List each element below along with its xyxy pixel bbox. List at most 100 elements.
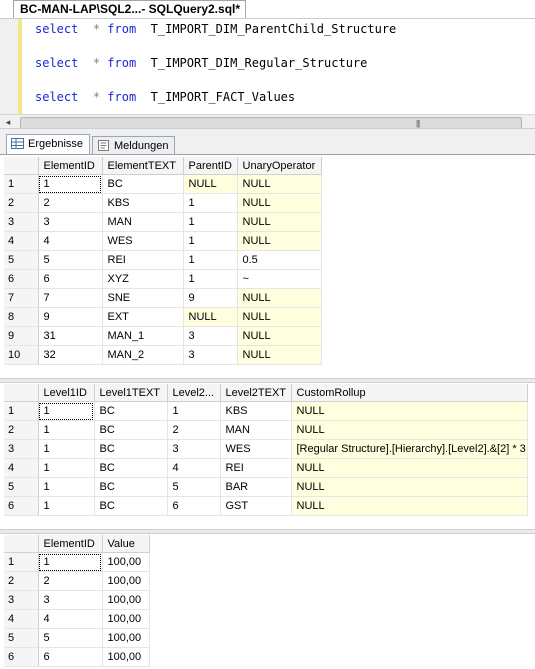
column-header[interactable]: ParentID: [183, 157, 238, 175]
table-cell[interactable]: SNE: [102, 288, 184, 308]
row-number[interactable]: 2: [4, 420, 39, 440]
table-row[interactable]: 3 1 BC 3 WES [Regular Structure].[Hierarchy].…: [4, 439, 528, 459]
row-number[interactable]: 10: [4, 345, 39, 365]
table-cell[interactable]: 1: [183, 193, 238, 213]
row-number[interactable]: 6: [4, 269, 39, 289]
table-row[interactable]: 5 1 BC 5 BAR NULL: [4, 477, 528, 497]
table-cell[interactable]: NULL: [237, 231, 322, 251]
table-row[interactable]: 2 2 KBS 1 NULL: [4, 193, 322, 213]
query-editor[interactable]: select * from T_IMPORT_DIM_ParentChild_S…: [0, 18, 535, 130]
table-row[interactable]: 6 6 XYZ 1 ~: [4, 269, 322, 289]
grid-splitter[interactable]: [0, 378, 535, 383]
table-row[interactable]: 7 7 SNE 9 NULL: [4, 288, 322, 308]
table-cell[interactable]: 100,00: [102, 609, 150, 629]
table-cell[interactable]: 5: [38, 250, 103, 270]
table-row[interactable]: 6 6 100,00: [4, 647, 150, 667]
document-tab[interactable]: BC-MAN-LAP\SQL2...- SQLQuery2.sql*: [13, 0, 247, 18]
result-grid-2[interactable]: Level1ID Level1TEXT Level2... Level2TEXT…: [4, 384, 528, 516]
table-cell[interactable]: 0.5: [237, 250, 322, 270]
table-cell[interactable]: WES: [102, 231, 184, 251]
row-number[interactable]: 2: [4, 571, 39, 591]
table-cell[interactable]: NULL: [291, 477, 528, 497]
table-cell[interactable]: KBS: [102, 193, 184, 213]
table-cell[interactable]: 9: [183, 288, 238, 308]
column-header[interactable]: CustomRollup: [291, 384, 528, 402]
table-row[interactable]: 1 1 BC 1 KBS NULL: [4, 401, 528, 421]
column-header[interactable]: ElementID: [38, 535, 103, 553]
table-cell[interactable]: NULL: [183, 174, 238, 194]
row-number[interactable]: 4: [4, 609, 39, 629]
table-cell[interactable]: 32: [38, 345, 103, 365]
column-header[interactable]: Level1TEXT: [94, 384, 168, 402]
table-cell[interactable]: MAN_1: [102, 326, 184, 346]
column-header[interactable]: Value: [102, 535, 150, 553]
table-cell[interactable]: NULL: [237, 345, 322, 365]
table-cell[interactable]: EXT: [102, 307, 184, 327]
row-number[interactable]: 6: [4, 496, 39, 516]
table-cell[interactable]: 3: [183, 345, 238, 365]
column-header[interactable]: UnaryOperator: [237, 157, 322, 175]
code-line[interactable]: select * from T_IMPORT_DIM_Regular_Struc…: [35, 55, 367, 71]
table-cell[interactable]: 1: [38, 420, 95, 440]
table-cell[interactable]: 1: [38, 439, 95, 459]
table-cell[interactable]: 100,00: [102, 628, 150, 648]
table-cell[interactable]: 100,00: [102, 590, 150, 610]
table-cell[interactable]: 1: [167, 401, 221, 421]
table-row[interactable]: 2 1 BC 2 MAN NULL: [4, 420, 528, 440]
table-cell[interactable]: MAN_2: [102, 345, 184, 365]
table-cell[interactable]: 1: [183, 231, 238, 251]
table-cell[interactable]: REI: [220, 458, 292, 478]
table-cell[interactable]: 4: [167, 458, 221, 478]
table-row[interactable]: 4 4 100,00: [4, 609, 150, 629]
table-cell[interactable]: 31: [38, 326, 103, 346]
table-cell[interactable]: 1: [38, 496, 95, 516]
row-number[interactable]: 8: [4, 307, 39, 327]
column-header[interactable]: Level2...: [167, 384, 221, 402]
table-cell[interactable]: BAR: [220, 477, 292, 497]
code-line[interactable]: select * from T_IMPORT_DIM_ParentChild_S…: [35, 21, 396, 37]
table-cell[interactable]: BC: [94, 401, 168, 421]
table-cell[interactable]: 3: [38, 212, 103, 232]
table-row[interactable]: 9 31 MAN_1 3 NULL: [4, 326, 322, 346]
table-cell[interactable]: BC: [94, 458, 168, 478]
table-row[interactable]: 10 32 MAN_2 3 NULL: [4, 345, 322, 365]
table-row[interactable]: 8 9 EXT NULL NULL: [4, 307, 322, 327]
code-line[interactable]: select * from T_IMPORT_FACT_Values: [35, 89, 295, 105]
table-cell[interactable]: 1: [38, 477, 95, 497]
column-header[interactable]: Level2TEXT: [220, 384, 292, 402]
code-area[interactable]: select * from T_IMPORT_DIM_ParentChild_S…: [35, 19, 396, 104]
table-row[interactable]: 1 1 100,00: [4, 552, 150, 572]
table-cell[interactable]: 5: [38, 628, 103, 648]
row-number[interactable]: 4: [4, 458, 39, 478]
table-cell[interactable]: 4: [38, 609, 103, 629]
table-cell[interactable]: NULL: [291, 458, 528, 478]
table-cell[interactable]: 6: [38, 647, 103, 667]
row-number[interactable]: 4: [4, 231, 39, 251]
row-number[interactable]: 9: [4, 326, 39, 346]
table-cell[interactable]: NULL: [237, 193, 322, 213]
table-cell[interactable]: XYZ: [102, 269, 184, 289]
grid-splitter[interactable]: [0, 529, 535, 534]
table-cell[interactable]: BC: [94, 439, 168, 459]
tab-results[interactable]: Ergebnisse: [6, 134, 91, 156]
table-cell[interactable]: 1: [38, 458, 95, 478]
table-row[interactable]: 6 1 BC 6 GST NULL: [4, 496, 528, 516]
scroll-left-arrow-icon[interactable]: ◂: [2, 116, 14, 128]
table-cell[interactable]: NULL: [237, 212, 322, 232]
table-cell[interactable]: 1: [183, 269, 238, 289]
tab-messages[interactable]: Meldungen: [92, 136, 176, 155]
table-cell[interactable]: 2: [167, 420, 221, 440]
table-cell[interactable]: NULL: [237, 288, 322, 308]
table-cell[interactable]: NULL: [291, 496, 528, 516]
table-cell[interactable]: NULL: [237, 174, 322, 194]
row-number[interactable]: 3: [4, 212, 39, 232]
table-cell[interactable]: NULL: [237, 307, 322, 327]
table-row[interactable]: 3 3 MAN 1 NULL: [4, 212, 322, 232]
table-cell[interactable]: GST: [220, 496, 292, 516]
table-row[interactable]: 3 3 100,00: [4, 590, 150, 610]
table-cell[interactable]: 1: [183, 250, 238, 270]
table-row[interactable]: 5 5 100,00: [4, 628, 150, 648]
table-cell[interactable]: BC: [94, 496, 168, 516]
table-cell[interactable]: 2: [38, 193, 103, 213]
table-cell[interactable]: 7: [38, 288, 103, 308]
